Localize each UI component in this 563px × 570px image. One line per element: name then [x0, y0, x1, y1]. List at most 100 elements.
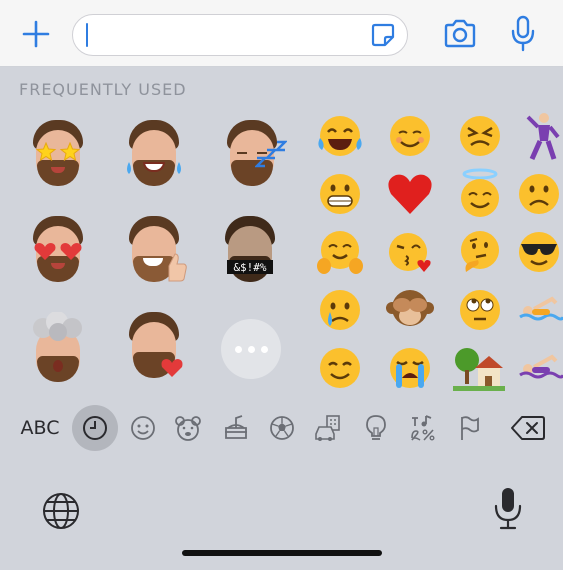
category-travel[interactable] — [312, 403, 344, 453]
persevering-face-icon — [460, 116, 500, 156]
emoji-loudly-crying[interactable] — [382, 340, 438, 396]
emoji-frowning[interactable] — [515, 166, 563, 222]
thumbs-up-icon — [168, 253, 187, 282]
emoji-hugging[interactable] — [312, 224, 368, 280]
memoji-sticker: &$!#% — [219, 216, 281, 286]
heart-eyes-icon — [34, 243, 82, 260]
add-attachment-button[interactable] — [16, 14, 56, 54]
face-blowing-kiss-icon — [389, 233, 431, 272]
red-heart-icon — [388, 174, 432, 214]
memoji-kiss[interactable] — [122, 308, 186, 386]
category-symbols[interactable] — [406, 403, 438, 453]
frowning-face-icon — [519, 174, 559, 214]
thinking-face-icon — [461, 231, 499, 272]
globe-icon — [43, 493, 79, 529]
memoji-sticker — [123, 312, 185, 382]
smiling-face-icon — [390, 116, 430, 156]
memoji-sleeping[interactable] — [215, 116, 289, 194]
ellipsis-icon — [221, 319, 281, 379]
emoji-grimacing[interactable] — [312, 166, 368, 222]
microphone-icon — [494, 488, 522, 530]
memoji-heart-eyes[interactable] — [26, 212, 90, 290]
emoji-swimmer[interactable] — [518, 282, 563, 338]
tears-of-joy-icon — [318, 116, 362, 156]
emoji-red-heart[interactable] — [382, 166, 438, 222]
emoji-category-bar: ABC — [0, 403, 563, 453]
dictation-button[interactable] — [490, 484, 526, 534]
soccer-ball-icon — [270, 416, 294, 440]
memoji-sticker — [123, 120, 185, 190]
text-caret — [86, 23, 88, 47]
memoji-sticker — [27, 312, 89, 382]
emoji-smiling[interactable] — [382, 108, 438, 164]
swimmer-icon — [519, 296, 563, 321]
star-eyes-icon — [35, 142, 81, 162]
emoji-thinking[interactable] — [452, 224, 508, 280]
message-input[interactable] — [72, 14, 408, 56]
clock-icon — [83, 416, 107, 440]
explosion-cloud-icon — [33, 312, 82, 341]
zzz-icon — [255, 140, 287, 168]
sticker-icon — [371, 23, 395, 47]
emoji-dancing-man[interactable] — [520, 108, 563, 164]
smiling-face-with-halo-icon — [461, 168, 499, 217]
swear-caption: &$!#% — [227, 260, 273, 274]
dancing-man-icon — [526, 113, 560, 161]
backspace-button[interactable] — [506, 403, 550, 453]
abc-keyboard-button[interactable]: ABC — [14, 403, 66, 453]
see-no-evil-monkey-icon — [386, 290, 434, 326]
emoji-crying[interactable] — [312, 282, 368, 338]
emoji-house-with-garden[interactable] — [450, 340, 508, 396]
plus-icon — [22, 20, 50, 48]
microphone-icon — [511, 15, 535, 52]
memoji-sticker — [27, 120, 89, 190]
more-stickers-button[interactable] — [221, 319, 281, 379]
home-indicator[interactable] — [182, 550, 382, 556]
microphone-button[interactable] — [505, 12, 541, 56]
emoji-halo[interactable] — [452, 166, 508, 222]
lightbulb-icon — [366, 415, 386, 440]
globe-button[interactable] — [38, 488, 84, 534]
message-composer-bar — [0, 0, 563, 67]
category-recent[interactable] — [72, 403, 118, 453]
food-icon — [225, 415, 247, 439]
emoji-blush[interactable] — [312, 340, 368, 396]
category-smileys[interactable] — [128, 403, 158, 453]
memoji-tears-of-joy[interactable] — [122, 116, 186, 194]
emoji-see-no-evil-monkey[interactable] — [382, 282, 438, 338]
face-with-rolling-eyes-icon — [460, 290, 500, 330]
smiling-face-with-sunglasses-icon — [519, 232, 559, 272]
bear-icon — [175, 416, 201, 441]
category-food[interactable] — [221, 403, 251, 453]
symbols-icon — [411, 415, 435, 441]
memoji-sticker — [123, 216, 187, 286]
section-title: FREQUENTLY USED — [19, 80, 187, 99]
sticker-button[interactable] — [369, 21, 397, 49]
emoji-kissing-heart[interactable] — [382, 224, 438, 280]
camera-button[interactable] — [440, 14, 480, 54]
category-objects[interactable] — [361, 403, 391, 453]
backspace-icon — [511, 416, 545, 440]
emoji-swimmer-2[interactable] — [518, 340, 563, 396]
category-animals[interactable] — [173, 403, 203, 453]
category-activity[interactable] — [267, 403, 297, 453]
loudly-crying-face-icon — [390, 348, 430, 388]
memoji-star-eyes[interactable] — [26, 116, 90, 194]
emoji-sunglasses[interactable] — [515, 224, 563, 280]
emoji-panel: &$!#% — [0, 108, 563, 403]
emoji-eye-roll[interactable] — [452, 282, 508, 338]
camera-icon — [444, 19, 476, 48]
category-flags[interactable] — [454, 403, 484, 453]
house-with-garden-icon — [453, 348, 505, 391]
hugging-face-icon — [317, 231, 363, 274]
memoji-mind-blown[interactable] — [26, 308, 90, 386]
emoji-persevering[interactable] — [452, 108, 508, 164]
tears-icon — [127, 162, 181, 174]
memoji-thumbs-up[interactable] — [122, 212, 187, 290]
emoji-tears-of-joy[interactable] — [312, 108, 368, 164]
memoji-swearing[interactable]: &$!#% — [218, 212, 282, 290]
smiley-icon — [131, 416, 155, 440]
grimacing-face-icon — [320, 174, 360, 214]
smiling-face-with-smiling-eyes-icon — [320, 348, 360, 388]
memoji-sticker — [27, 216, 89, 286]
